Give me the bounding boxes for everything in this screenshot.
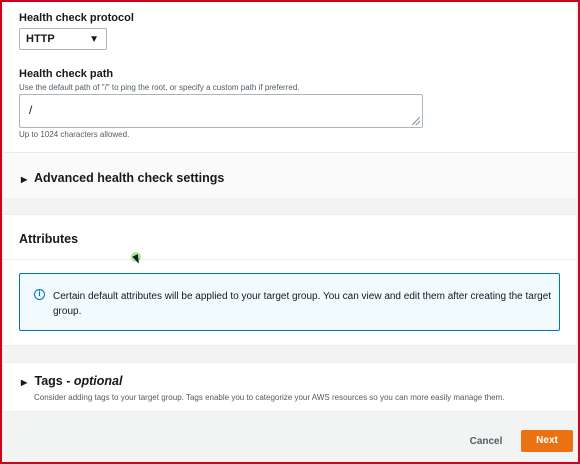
info-icon: i	[34, 289, 45, 300]
resize-handle-icon[interactable]	[412, 117, 420, 125]
health-check-path-value: /	[29, 103, 33, 117]
attributes-title: Attributes	[19, 232, 79, 246]
divider	[4, 259, 576, 260]
health-check-protocol-select[interactable]: HTTP ▼	[19, 28, 107, 50]
caret-right-icon: ▶	[21, 175, 28, 184]
tags-description: Consider adding tags to your target grou…	[34, 393, 505, 402]
attributes-panel: Attributes i Certain default attributes …	[4, 214, 576, 346]
health-check-path-hint: Up to 1024 characters allowed.	[19, 130, 130, 139]
cancel-button[interactable]: Cancel	[463, 433, 509, 451]
advanced-health-check-expander[interactable]: ▶ Advanced health check settings	[4, 152, 576, 198]
caret-down-icon: ▼	[89, 34, 99, 45]
screenshot-frame: Health check protocol HTTP ▼ Health chec…	[0, 0, 580, 464]
health-check-path-input[interactable]: /	[19, 94, 423, 128]
health-check-path-description: Use the default path of "/" to ping the …	[19, 83, 300, 92]
advanced-health-check-label: Advanced health check settings	[34, 171, 225, 185]
health-check-path-label: Health check path	[19, 68, 114, 80]
tags-title-label: Tags -	[34, 374, 74, 388]
caret-right-icon: ▶	[21, 378, 28, 387]
health-check-protocol-label: Health check protocol	[19, 12, 134, 24]
attributes-info-alert: i Certain default attributes will be app…	[19, 273, 560, 331]
next-button[interactable]: Next	[521, 430, 573, 452]
health-check-protocol-value: HTTP	[26, 33, 55, 45]
attributes-info-text: Certain default attributes will be appli…	[53, 291, 552, 317]
tags-optional-label: optional	[73, 374, 123, 388]
tags-expander[interactable]: ▶ Tags - optional Consider adding tags t…	[4, 362, 576, 412]
